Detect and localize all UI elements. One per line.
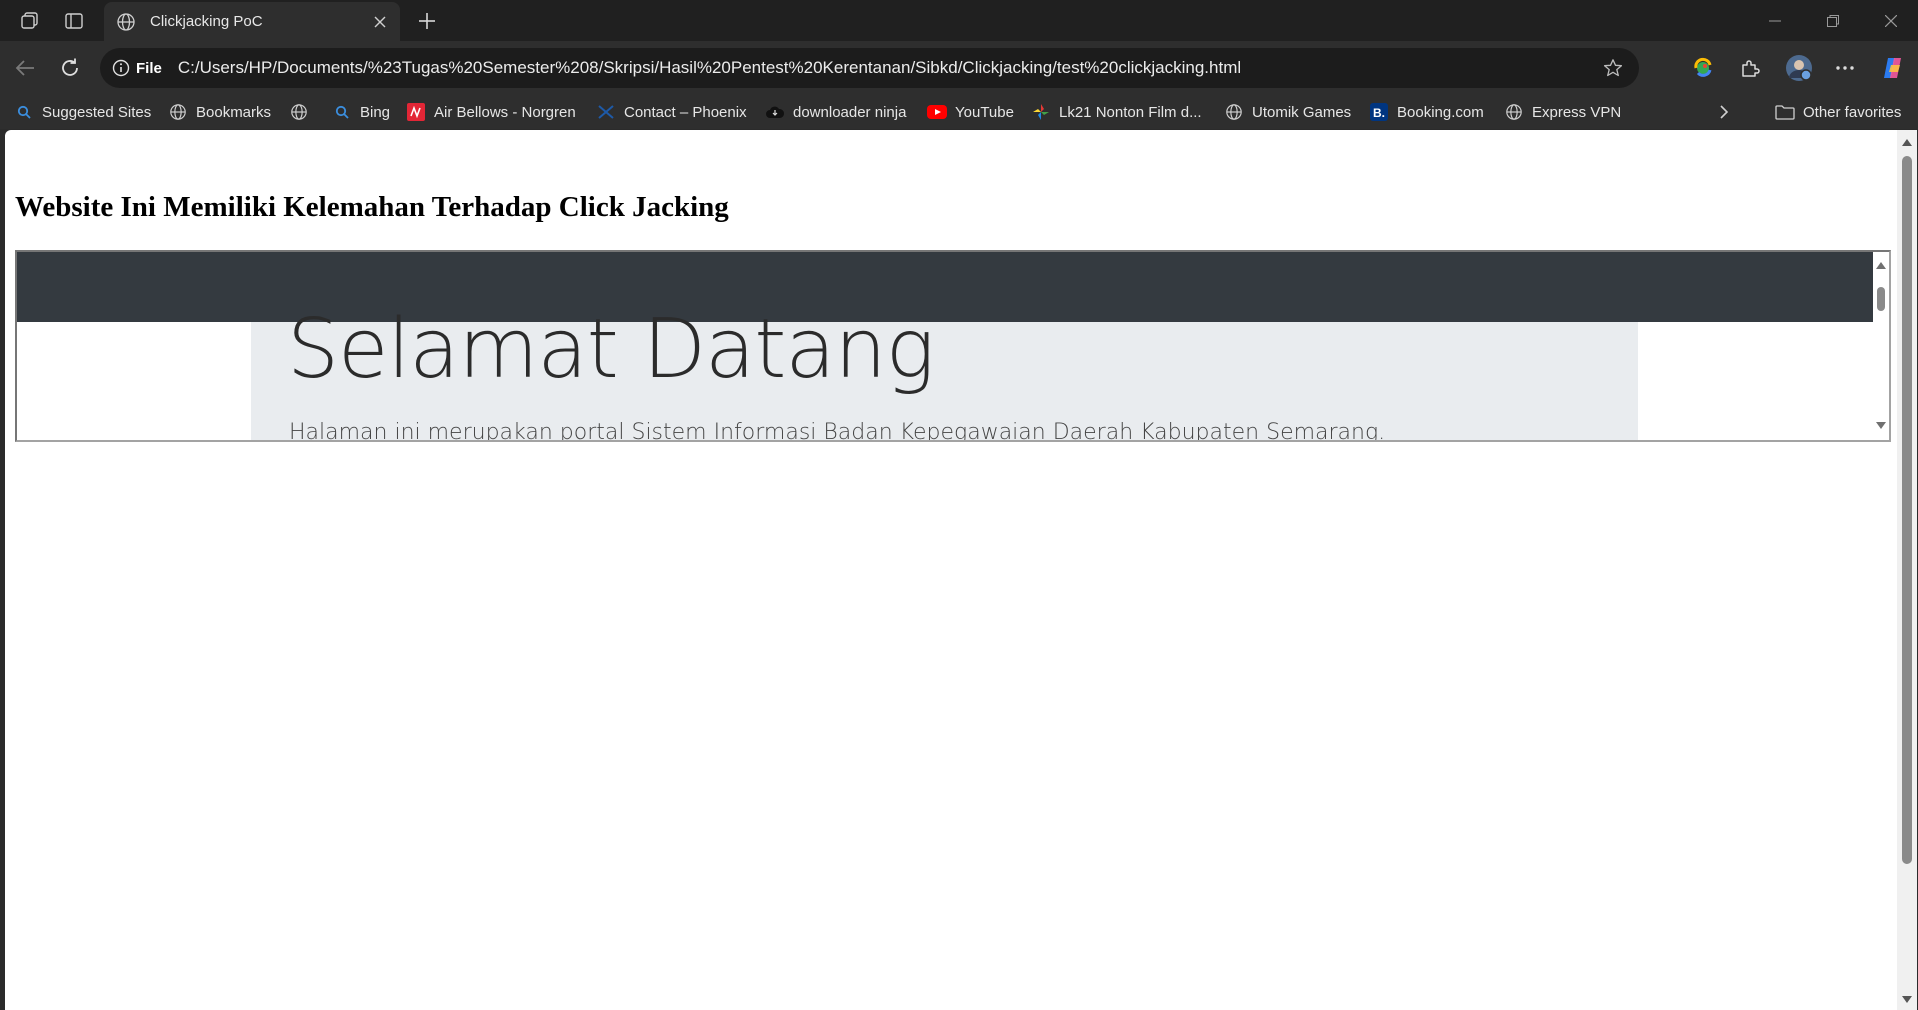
favorite-label: Suggested Sites <box>42 103 152 121</box>
youtube-icon <box>927 102 947 122</box>
page-scrollbar-thumb[interactable] <box>1902 156 1912 864</box>
favorite-air-bellows-norgren[interactable]: Air Bellows - Norgren <box>406 100 576 124</box>
new-tab-button[interactable] <box>412 6 442 36</box>
favorite-label: downloader ninja <box>793 103 907 121</box>
favorite-label: Utomik Games <box>1252 103 1352 121</box>
page-scrollbar[interactable] <box>1897 130 1917 1010</box>
favorite-star-icon[interactable] <box>1601 56 1625 80</box>
favorite-label: Contact – Phoenix <box>624 103 747 121</box>
page-viewport: Website Ini Memiliki Kelemahan Terhadap … <box>5 130 1917 1010</box>
favorite-contact-phoenix[interactable]: Contact – Phoenix <box>596 100 747 124</box>
browser-window: Clickjacking PoC File C:/Users/HP/Docume… <box>0 0 1918 1010</box>
favorite-label: Air Bellows - Norgren <box>434 103 576 121</box>
iframe-scrollbar[interactable] <box>1873 252 1889 440</box>
address-bar[interactable]: File C:/Users/HP/Documents/%23Tugas%20Se… <box>100 48 1639 88</box>
globe-icon <box>168 102 188 122</box>
page-heading: Website Ini Memiliki Kelemahan Terhadap … <box>15 191 729 223</box>
favorite-booking[interactable]: B. Booking.com <box>1369 100 1484 124</box>
refresh-icon[interactable] <box>53 51 87 85</box>
info-icon[interactable] <box>112 59 130 77</box>
lk21-icon <box>1031 102 1051 122</box>
search-icon <box>14 102 34 122</box>
folder-icon <box>1775 102 1795 122</box>
favorite-lk21[interactable]: Lk21 Nonton Film d... <box>1031 100 1202 124</box>
globe-icon <box>289 102 309 122</box>
phoenix-icon <box>596 102 616 122</box>
tab-clickjacking-poc[interactable]: Clickjacking PoC <box>104 2 400 41</box>
favorite-downloader-ninja[interactable]: downloader ninja <box>765 100 906 124</box>
cloud-icon <box>765 102 785 122</box>
other-favorites-label: Other favorites <box>1803 103 1902 121</box>
scheme-label: File <box>136 59 162 77</box>
copilot-icon[interactable] <box>1876 51 1910 85</box>
favorite-youtube[interactable]: YouTube <box>927 100 1014 124</box>
more-menu-icon[interactable] <box>1828 51 1862 85</box>
close-tab-icon[interactable] <box>368 10 392 34</box>
tab-title: Clickjacking PoC <box>150 13 263 30</box>
booking-icon: B. <box>1369 102 1389 122</box>
embedded-iframe[interactable]: Selamat Datang Halaman ini merupakan por… <box>15 250 1891 442</box>
back-icon[interactable] <box>8 51 42 85</box>
svg-text:B.: B. <box>1373 106 1385 120</box>
search-icon <box>332 102 352 122</box>
chevron-right-icon[interactable] <box>1718 100 1730 124</box>
extension-colorful-icon[interactable] <box>1686 51 1720 85</box>
favorite-bing[interactable]: Bing <box>332 100 390 124</box>
favorite-label: Booking.com <box>1397 103 1484 121</box>
other-favorites[interactable]: Other favorites <box>1775 100 1901 124</box>
favorite-label: Lk21 Nonton Film d... <box>1059 103 1202 121</box>
tab-bar: Clickjacking PoC <box>0 0 1918 41</box>
favorite-express-vpn[interactable]: Express VPN <box>1504 100 1621 124</box>
favorite-suggested-sites[interactable]: Suggested Sites <box>14 100 151 124</box>
globe-icon <box>1224 102 1244 122</box>
navigation-bar: File C:/Users/HP/Documents/%23Tugas%20Se… <box>0 41 1918 95</box>
favorite-bookmarks[interactable]: Bookmarks <box>168 100 271 124</box>
vertical-tabs-icon[interactable] <box>61 8 87 34</box>
iframe-welcome-title: Selamat Datang <box>287 302 935 397</box>
favorite-label: Express VPN <box>1532 103 1622 121</box>
favorite-utomik-games[interactable]: Utomik Games <box>1224 100 1351 124</box>
favorite-label: Bing <box>360 103 391 121</box>
favorite-label: Bookmarks <box>196 103 272 121</box>
url-text[interactable]: C:/Users/HP/Documents/%23Tugas%20Semeste… <box>178 58 1601 78</box>
restore-icon[interactable] <box>1810 6 1856 36</box>
globe-icon <box>1504 102 1524 122</box>
minimize-icon[interactable] <box>1752 6 1798 36</box>
favorite-globe[interactable] <box>289 100 317 124</box>
close-window-icon[interactable] <box>1868 6 1914 36</box>
norgren-icon <box>406 102 426 122</box>
iframe-lead-text: Halaman ini merupakan portal Sistem Info… <box>289 420 1386 442</box>
favorites-bar: Suggested Sites Bookmarks Bing Air Bello… <box>0 95 1918 129</box>
favorite-label: YouTube <box>955 103 1014 121</box>
workspaces-icon[interactable] <box>17 8 43 34</box>
globe-icon <box>114 10 138 34</box>
extensions-puzzle-icon[interactable] <box>1733 51 1767 85</box>
profile-avatar[interactable] <box>1782 51 1816 85</box>
